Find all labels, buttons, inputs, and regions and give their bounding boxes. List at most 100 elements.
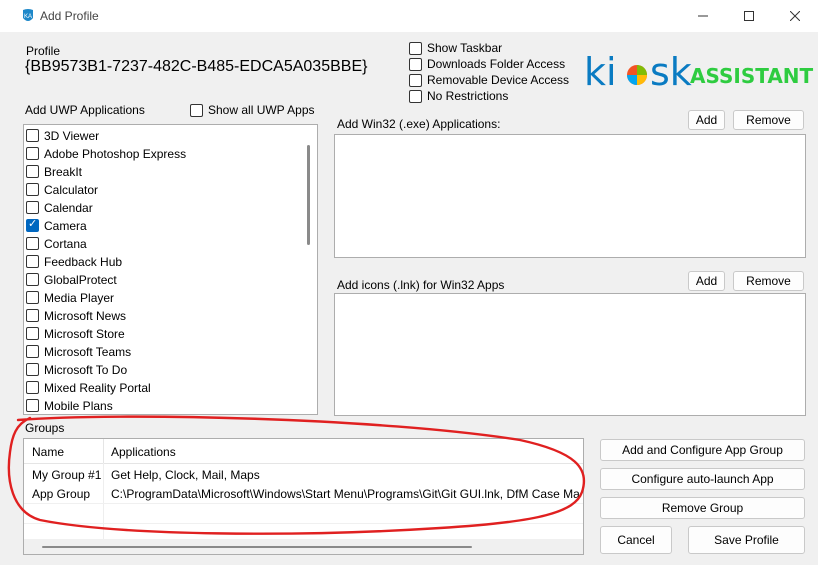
uwp-app-label: Camera	[44, 219, 87, 233]
uwp-app-checkbox[interactable]	[26, 291, 39, 304]
icons-remove-button[interactable]: Remove	[733, 271, 804, 291]
uwp-app-checkbox[interactable]	[26, 147, 39, 160]
groups-col-name[interactable]: Name	[32, 445, 64, 459]
save-profile-button[interactable]: Save Profile	[688, 526, 805, 554]
uwp-app-checkbox[interactable]	[26, 201, 39, 214]
groups-col-applications[interactable]: Applications	[111, 445, 176, 459]
removable-device-checkbox[interactable]	[409, 74, 422, 87]
win32-remove-button[interactable]: Remove	[733, 110, 804, 130]
uwp-app-checkbox[interactable]	[26, 363, 39, 376]
groups-grid[interactable]: Name Applications My Group #1 Get Help, …	[23, 438, 584, 555]
show-all-uwp-label: Show all UWP Apps	[208, 103, 315, 117]
maximize-icon	[744, 11, 754, 21]
list-item[interactable]: Mobile Plans	[24, 397, 304, 414]
uwp-app-label: Media Player	[44, 291, 115, 305]
uwp-app-checkbox[interactable]	[26, 237, 39, 250]
list-item[interactable]: Feedback Hub	[24, 253, 304, 271]
uwp-app-checkbox[interactable]	[26, 129, 39, 142]
svg-text:KA: KA	[24, 14, 32, 20]
windows-logo-icon	[627, 65, 647, 85]
uwp-list[interactable]: 3D Viewer Adobe Photoshop Express BreakIt C…	[23, 124, 318, 415]
cancel-button[interactable]: Cancel	[600, 526, 672, 554]
uwp-app-checkbox[interactable]	[26, 399, 39, 412]
win32-add-button[interactable]: Add	[688, 110, 725, 130]
removable-device-label: Removable Device Access	[427, 73, 570, 87]
uwp-app-checkbox[interactable]	[26, 165, 39, 178]
group-apps-cell: Get Help, Clock, Mail, Maps	[111, 468, 260, 482]
uwp-section-label: Add UWP Applications	[25, 103, 145, 117]
list-item[interactable]: Microsoft Teams	[24, 343, 304, 361]
list-item[interactable]: GlobalProtect	[24, 271, 304, 289]
list-item[interactable]: 3D Viewer	[24, 127, 304, 145]
list-item[interactable]: Mixed Reality Portal	[24, 379, 304, 397]
uwp-app-checkbox[interactable]	[26, 183, 39, 196]
maximize-button[interactable]	[726, 0, 772, 32]
list-item[interactable]: Calendar	[24, 199, 304, 217]
no-restrictions-checkbox[interactable]	[409, 90, 422, 103]
list-item[interactable]: BreakIt	[24, 163, 304, 181]
logo-kiosk-start: ki	[584, 50, 617, 94]
icons-list[interactable]	[334, 293, 806, 416]
downloads-folder-checkbox[interactable]	[409, 58, 422, 71]
icons-section-label: Add icons (.lnk) for Win32 Apps	[337, 278, 505, 292]
window-title: Add Profile	[40, 9, 99, 23]
uwp-app-label: Mobile Plans	[44, 399, 113, 413]
logo-assistant: ASSISTANT	[690, 64, 814, 88]
uwp-scrollbar-thumb[interactable]	[307, 145, 310, 245]
group-name-cell: App Group	[32, 487, 91, 501]
uwp-app-checkbox[interactable]	[26, 381, 39, 394]
groups-hscrollbar[interactable]	[24, 539, 583, 554]
uwp-app-label: Calculator	[44, 183, 99, 197]
app-icon: KA	[23, 9, 33, 21]
show-all-uwp-checkbox[interactable]	[190, 104, 203, 117]
uwp-app-label: Calendar	[44, 201, 93, 215]
list-item[interactable]: Media Player	[24, 289, 304, 307]
uwp-app-checkbox[interactable]	[26, 255, 39, 268]
list-item[interactable]: Microsoft Store	[24, 325, 304, 343]
uwp-app-label: Microsoft News	[44, 309, 127, 323]
close-icon	[790, 11, 800, 21]
list-item[interactable]: Adobe Photoshop Express	[24, 145, 304, 163]
close-button[interactable]	[772, 0, 818, 32]
uwp-app-label: Adobe Photoshop Express	[44, 147, 187, 161]
groups-label: Groups	[25, 421, 65, 435]
list-item[interactable]: Microsoft News	[24, 307, 304, 325]
win32-section-label: Add Win32 (.exe) Applications:	[337, 117, 501, 131]
table-row[interactable]: My Group #1 Get Help, Clock, Mail, Maps	[24, 464, 583, 484]
profile-label: Profile	[26, 44, 61, 58]
uwp-app-checkbox[interactable]	[26, 327, 39, 340]
uwp-app-label: Microsoft Teams	[44, 345, 132, 359]
minimize-button[interactable]	[680, 0, 726, 32]
profile-guid: {BB9573B1-7237-482C-B485-EDCA5A035BBE}	[25, 58, 368, 75]
groups-grid-header: Name Applications	[24, 439, 583, 464]
add-configure-group-button[interactable]: Add and Configure App Group	[600, 439, 805, 461]
list-item[interactable]: Cortana	[24, 235, 304, 253]
uwp-app-label: Microsoft Store	[44, 327, 125, 341]
logo-kiosk-end: sk	[650, 50, 692, 94]
uwp-app-label: GlobalProtect	[44, 273, 117, 287]
add-profile-window: KA Add Profile Profile {BB9573B1-7237-48…	[0, 0, 818, 565]
groups-hscrollbar-thumb[interactable]	[42, 546, 472, 548]
list-item[interactable]: Camera	[24, 217, 304, 235]
row-divider	[24, 503, 583, 504]
col-divider	[103, 439, 104, 463]
uwp-app-checkbox[interactable]	[26, 309, 39, 322]
uwp-app-checkbox[interactable]	[26, 273, 39, 286]
kiosk-assistant-logo: ki sk ASSISTANT	[584, 50, 813, 94]
icons-add-button[interactable]: Add	[688, 271, 725, 291]
list-item[interactable]: Calculator	[24, 181, 304, 199]
uwp-app-checkbox[interactable]	[26, 345, 39, 358]
downloads-folder-label: Downloads Folder Access	[427, 57, 566, 71]
remove-group-button[interactable]: Remove Group	[600, 497, 805, 519]
group-name-cell: My Group #1	[32, 468, 102, 482]
uwp-app-label: 3D Viewer	[44, 129, 100, 143]
show-taskbar-label: Show Taskbar	[427, 41, 503, 55]
uwp-app-label: Cortana	[44, 237, 87, 251]
win32-list[interactable]	[334, 134, 806, 258]
configure-autolaunch-button[interactable]: Configure auto-launch App	[600, 468, 805, 490]
list-item[interactable]: Microsoft To Do	[24, 361, 304, 379]
uwp-app-checkbox[interactable]	[26, 217, 39, 232]
row-divider	[24, 523, 583, 524]
table-row[interactable]: App Group C:\ProgramData\Microsoft\Windo…	[24, 484, 583, 504]
show-taskbar-checkbox[interactable]	[409, 42, 422, 55]
